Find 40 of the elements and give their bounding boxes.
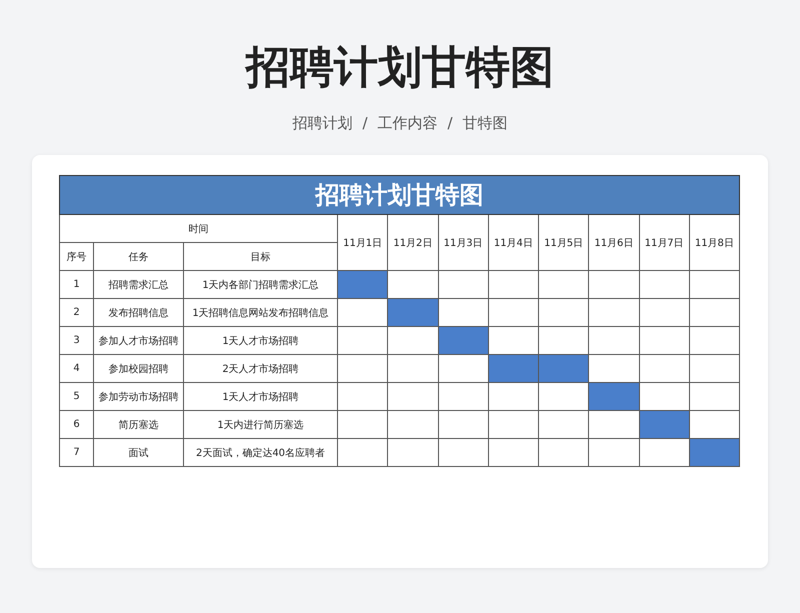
table-cell: 参加劳动市场招聘 [94, 382, 184, 410]
table-cell: 6 [60, 410, 94, 438]
table-cell: 简历塞选 [94, 410, 184, 438]
table-cell: 1天人才市场招聘 [184, 382, 338, 410]
date-header: 11月8日 [689, 214, 740, 270]
table-cell: 参加校园招聘 [94, 354, 184, 382]
table-cell: 1天内各部门招聘需求汇总 [184, 270, 338, 298]
date-header: 11月7日 [639, 214, 690, 270]
breadcrumb-item[interactable]: 招聘计划 [292, 114, 352, 133]
table-header: 任务 [94, 242, 184, 270]
table-cell: 5 [60, 382, 94, 410]
table-cell: 2 [60, 298, 94, 326]
table-cell: 2天人才市场招聘 [184, 354, 338, 382]
table-cell: 发布招聘信息 [94, 298, 184, 326]
table-title: 招聘计划甘特图 [60, 176, 740, 214]
breadcrumb-item[interactable]: 甘特图 [462, 114, 508, 133]
page-title: 招聘计划甘特图 [246, 41, 554, 95]
table-cell: 1天招聘信息网站发布招聘信息 [184, 298, 338, 326]
date-header: 11月5日 [538, 214, 589, 270]
date-header: 11月6日 [588, 214, 639, 270]
table-cell: 4 [60, 354, 94, 382]
table-cell: 3 [60, 326, 94, 354]
table-cell: 2天面试，确定达40名应聘者 [184, 438, 338, 466]
date-header: 11月4日 [488, 214, 538, 270]
breadcrumb-separator: / [448, 114, 453, 133]
table-cell: 面试 [94, 438, 184, 466]
table-cell: 招聘需求汇总 [94, 270, 184, 298]
date-header: 11月3日 [438, 214, 488, 270]
breadcrumb-separator: / [362, 114, 368, 133]
date-header: 11月2日 [388, 214, 438, 270]
table-header: 序号 [60, 242, 94, 270]
table-cell: 1天人才市场招聘 [184, 326, 338, 354]
table-header: 目标 [184, 242, 338, 270]
table-cell: 1 [60, 270, 94, 298]
table-cell: 参加人才市场招聘 [94, 326, 184, 354]
breadcrumb-item[interactable]: 工作内容 [378, 114, 438, 133]
date-header: 11月1日 [338, 214, 388, 270]
table-cell: 7 [60, 438, 94, 466]
table-cell: 1天内进行简历塞选 [184, 410, 338, 438]
table-header: 时间 [60, 214, 338, 242]
